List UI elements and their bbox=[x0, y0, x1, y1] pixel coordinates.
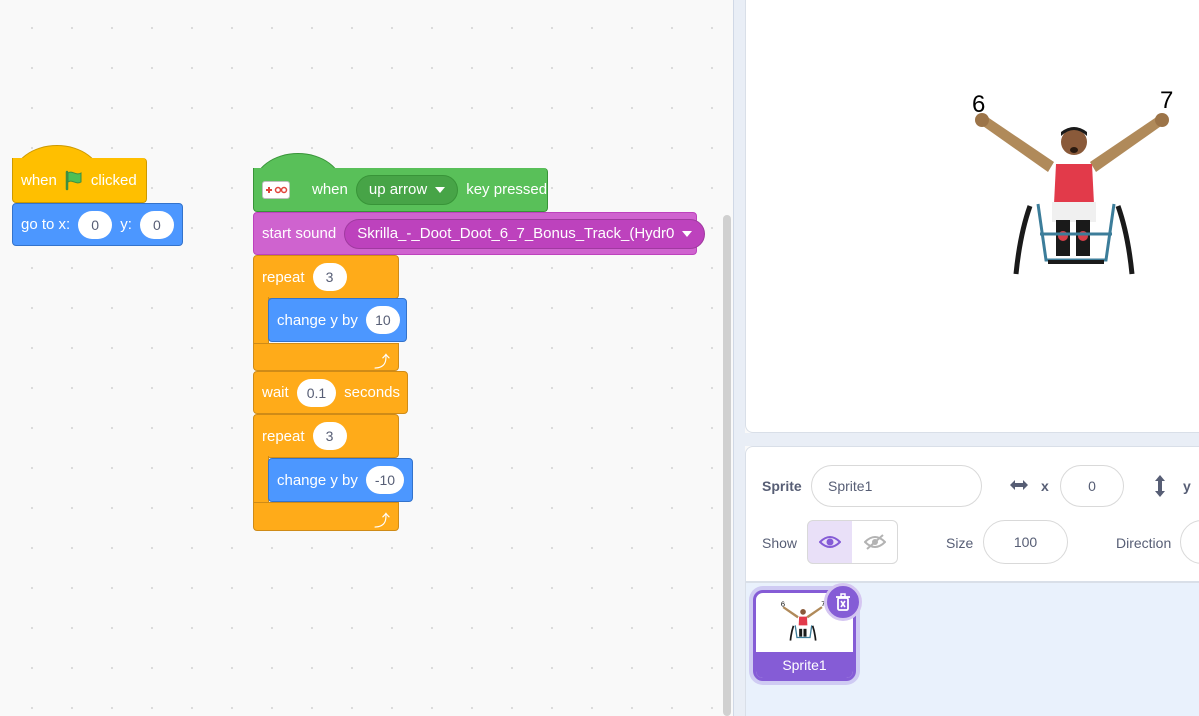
trash-icon bbox=[836, 593, 850, 611]
wait-input[interactable]: 0.1 bbox=[296, 378, 337, 407]
when-label: when bbox=[21, 171, 57, 189]
show-visible-button[interactable] bbox=[807, 520, 853, 564]
repeat-count-input[interactable]: 3 bbox=[312, 422, 347, 450]
change-y-block[interactable]: change y by -10 bbox=[268, 458, 413, 502]
go-to-xy-block[interactable]: go to x: 0 y: 0 bbox=[12, 203, 183, 246]
workspace-scrollbar[interactable] bbox=[723, 215, 731, 716]
size-input[interactable]: 100 bbox=[983, 520, 1068, 564]
start-sound-label: start sound bbox=[262, 225, 337, 242]
sound-dropdown[interactable]: Skrilla_-_Doot_Doot_6_7_Bonus_Track_(Hyd… bbox=[344, 218, 706, 249]
sprite-thumbnail: 6 7 bbox=[781, 599, 825, 641]
sprite-name-input[interactable]: Sprite1 bbox=[811, 465, 982, 507]
wait-block[interactable]: wait 0.1 seconds bbox=[253, 371, 408, 414]
seconds-label: seconds bbox=[344, 384, 401, 401]
goto-label: go to x: bbox=[21, 216, 71, 233]
sprite-tile-name: Sprite1 bbox=[756, 652, 853, 678]
when-key-pressed-block[interactable]: when up arrow key pressed bbox=[253, 168, 548, 212]
horizontal-arrows-icon bbox=[1008, 476, 1030, 499]
y-label: y: bbox=[120, 216, 132, 233]
change-y-input[interactable]: 10 bbox=[365, 306, 400, 334]
repeat-block[interactable]: repeat 3 bbox=[253, 414, 399, 458]
sprite-image[interactable]: 6 7 bbox=[968, 84, 1198, 284]
delete-sprite-button[interactable] bbox=[824, 583, 862, 621]
direction-label: Direction bbox=[1116, 535, 1172, 551]
repeat-block[interactable]: repeat 3 bbox=[253, 255, 399, 299]
stage[interactable]: 6 7 bbox=[745, 0, 1199, 433]
x-input[interactable]: 0 bbox=[78, 210, 113, 239]
sprite-label: Sprite bbox=[762, 478, 802, 494]
repeat-label: repeat bbox=[262, 427, 305, 445]
show-hidden-button[interactable] bbox=[852, 520, 898, 564]
change-y-label: change y by bbox=[277, 471, 358, 489]
sprite-label-right: 7 bbox=[1160, 87, 1173, 114]
loop-arrow-icon: ⤴ bbox=[374, 513, 391, 530]
eye-icon bbox=[819, 536, 841, 548]
when-label: when bbox=[312, 181, 348, 198]
stage-gap bbox=[745, 433, 1199, 446]
show-label: Show bbox=[762, 535, 798, 551]
y-label: y bbox=[1183, 478, 1191, 494]
when-flag-clicked-block[interactable]: when clicked bbox=[12, 158, 147, 203]
code-workspace[interactable]: when clicked go to x: 0 y: 0 when up arr… bbox=[0, 0, 733, 716]
x-input[interactable]: 0 bbox=[1060, 465, 1124, 507]
start-sound-block[interactable]: start sound Skrilla_-_Doot_Doot_6_7_Bonu… bbox=[253, 212, 706, 255]
size-label: Size bbox=[946, 535, 974, 551]
repeat-arm bbox=[253, 456, 269, 503]
repeat-arm bbox=[253, 297, 269, 343]
repeat-label: repeat bbox=[262, 268, 305, 286]
x-label: x bbox=[1041, 478, 1049, 494]
key-pressed-label: key pressed bbox=[466, 181, 548, 198]
sound-value: Skrilla_-_Doot_Doot_6_7_Bonus_Track_(Hyd… bbox=[357, 225, 675, 242]
clicked-label: clicked bbox=[90, 171, 137, 189]
change-y-input[interactable]: -10 bbox=[365, 466, 404, 494]
dropdown-caret-icon bbox=[682, 230, 693, 237]
change-y-label: change y by bbox=[277, 311, 358, 329]
eye-slash-icon bbox=[863, 534, 886, 550]
green-flag-icon bbox=[63, 169, 85, 191]
key-value: up arrow bbox=[368, 181, 428, 198]
loop-arrow-icon: ⤴ bbox=[374, 354, 391, 371]
panel-divider bbox=[733, 0, 745, 716]
vertical-arrows-icon bbox=[1151, 474, 1169, 503]
wait-label: wait bbox=[262, 384, 289, 401]
repeat-count-input[interactable]: 3 bbox=[312, 263, 347, 291]
makey-extension-icon bbox=[262, 180, 290, 199]
dropdown-caret-icon bbox=[435, 186, 446, 193]
key-dropdown[interactable]: up arrow bbox=[355, 174, 459, 205]
y-input[interactable]: 0 bbox=[139, 210, 174, 239]
change-y-block[interactable]: change y by 10 bbox=[268, 298, 407, 342]
